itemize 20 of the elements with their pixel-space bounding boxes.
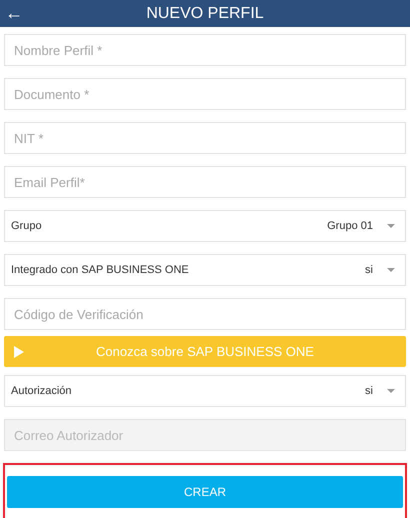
- dropdown-label: Integrado con SAP BUSINESS ONE: [11, 262, 190, 278]
- input-field[interactable]: NIT *: [4, 122, 406, 154]
- dropdown-value: Grupo 01: [327, 218, 373, 234]
- dropdown[interactable]: Autorización si: [4, 375, 406, 407]
- page-title: NUEVO PERFIL: [146, 4, 264, 24]
- play-icon: [14, 346, 24, 358]
- dropdown-value: si: [365, 384, 373, 399]
- input-field[interactable]: Código de Verificación: [4, 298, 406, 330]
- input-field[interactable]: Documento *: [4, 78, 406, 110]
- back-button[interactable]: ←: [3, 2, 25, 24]
- caret-icon: [387, 224, 395, 228]
- caret-icon: [387, 389, 395, 393]
- dropdown-label: Grupo: [11, 218, 43, 234]
- dropdown-value: si: [365, 262, 373, 278]
- dropdown-label: Autorización: [11, 384, 73, 399]
- input-field[interactable]: Email Perfil*: [4, 166, 406, 198]
- caret-icon: [387, 268, 395, 272]
- dropdown[interactable]: Integrado con SAP BUSINESS ONE si: [4, 254, 406, 286]
- input-field[interactable]: Nombre Perfil *: [4, 34, 406, 66]
- dropdown[interactable]: Grupo Grupo 01: [4, 210, 406, 242]
